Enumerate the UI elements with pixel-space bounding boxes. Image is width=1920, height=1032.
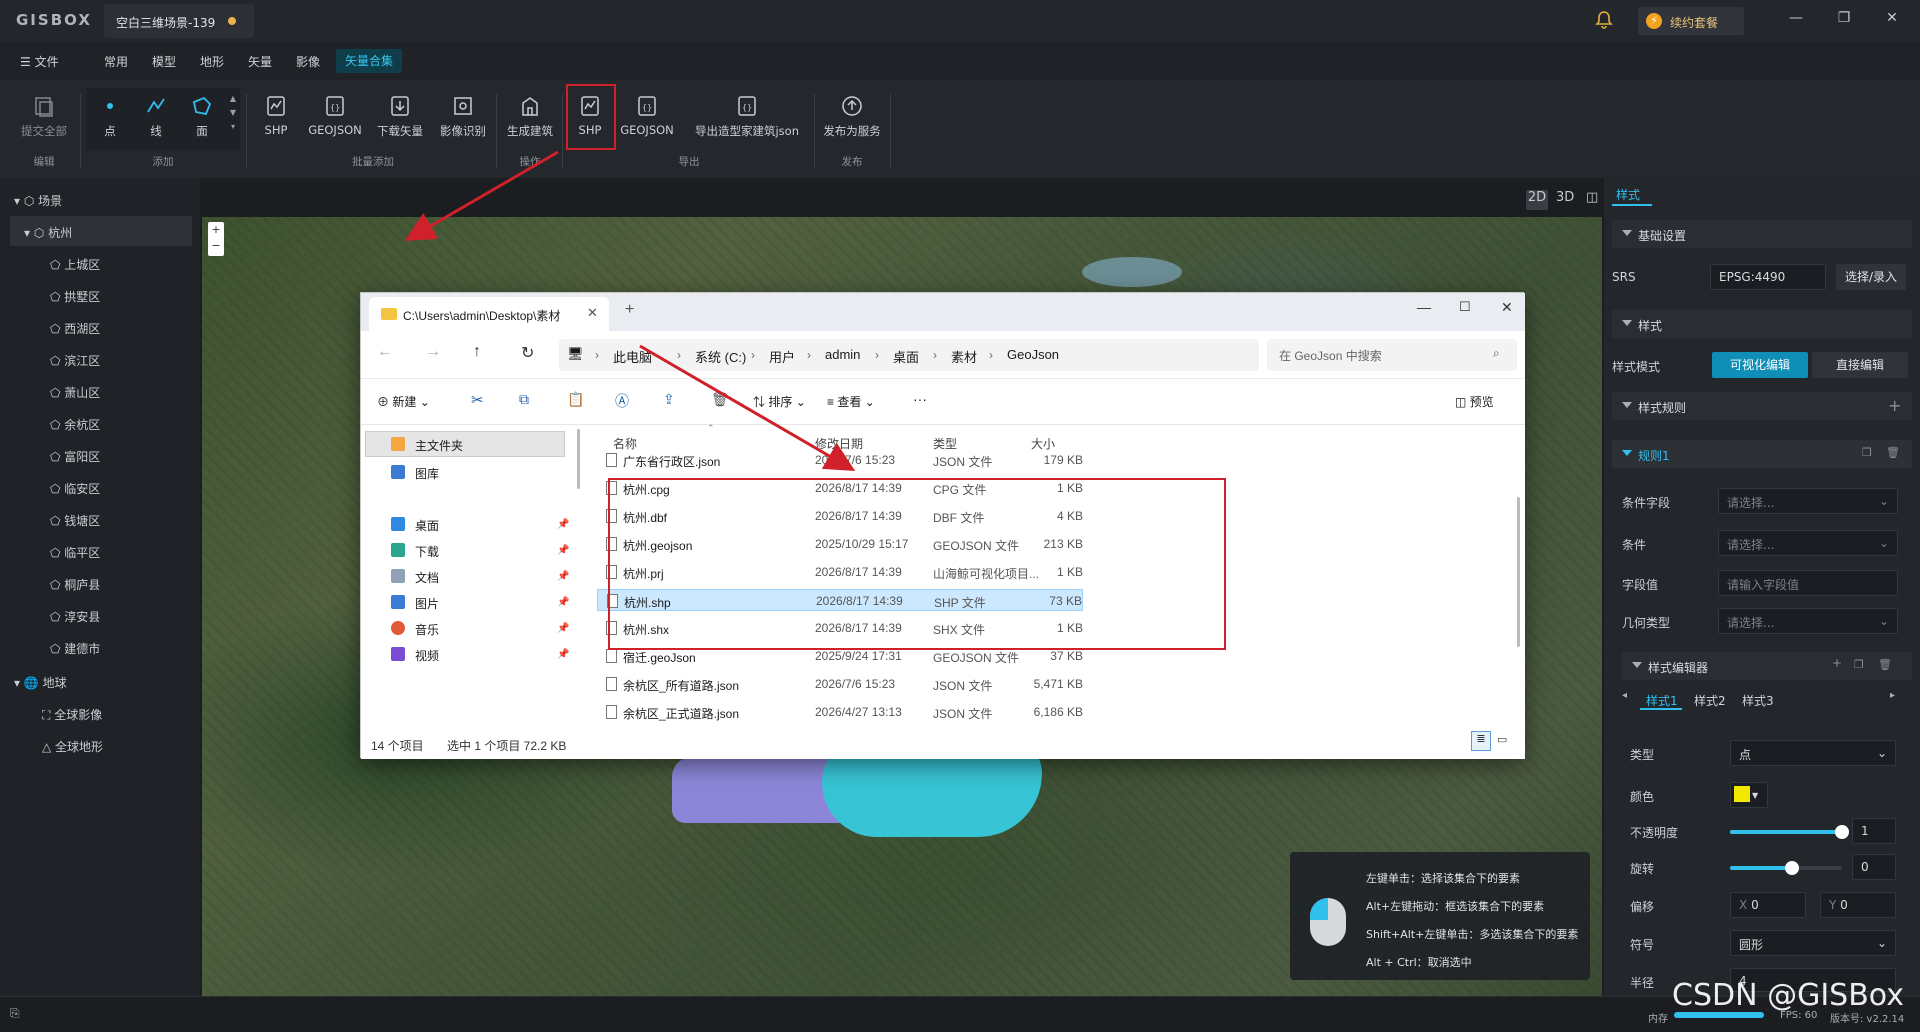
annotation-arrows bbox=[404, 150, 856, 472]
watermark: CSDN @GISBox bbox=[1672, 978, 1904, 1013]
